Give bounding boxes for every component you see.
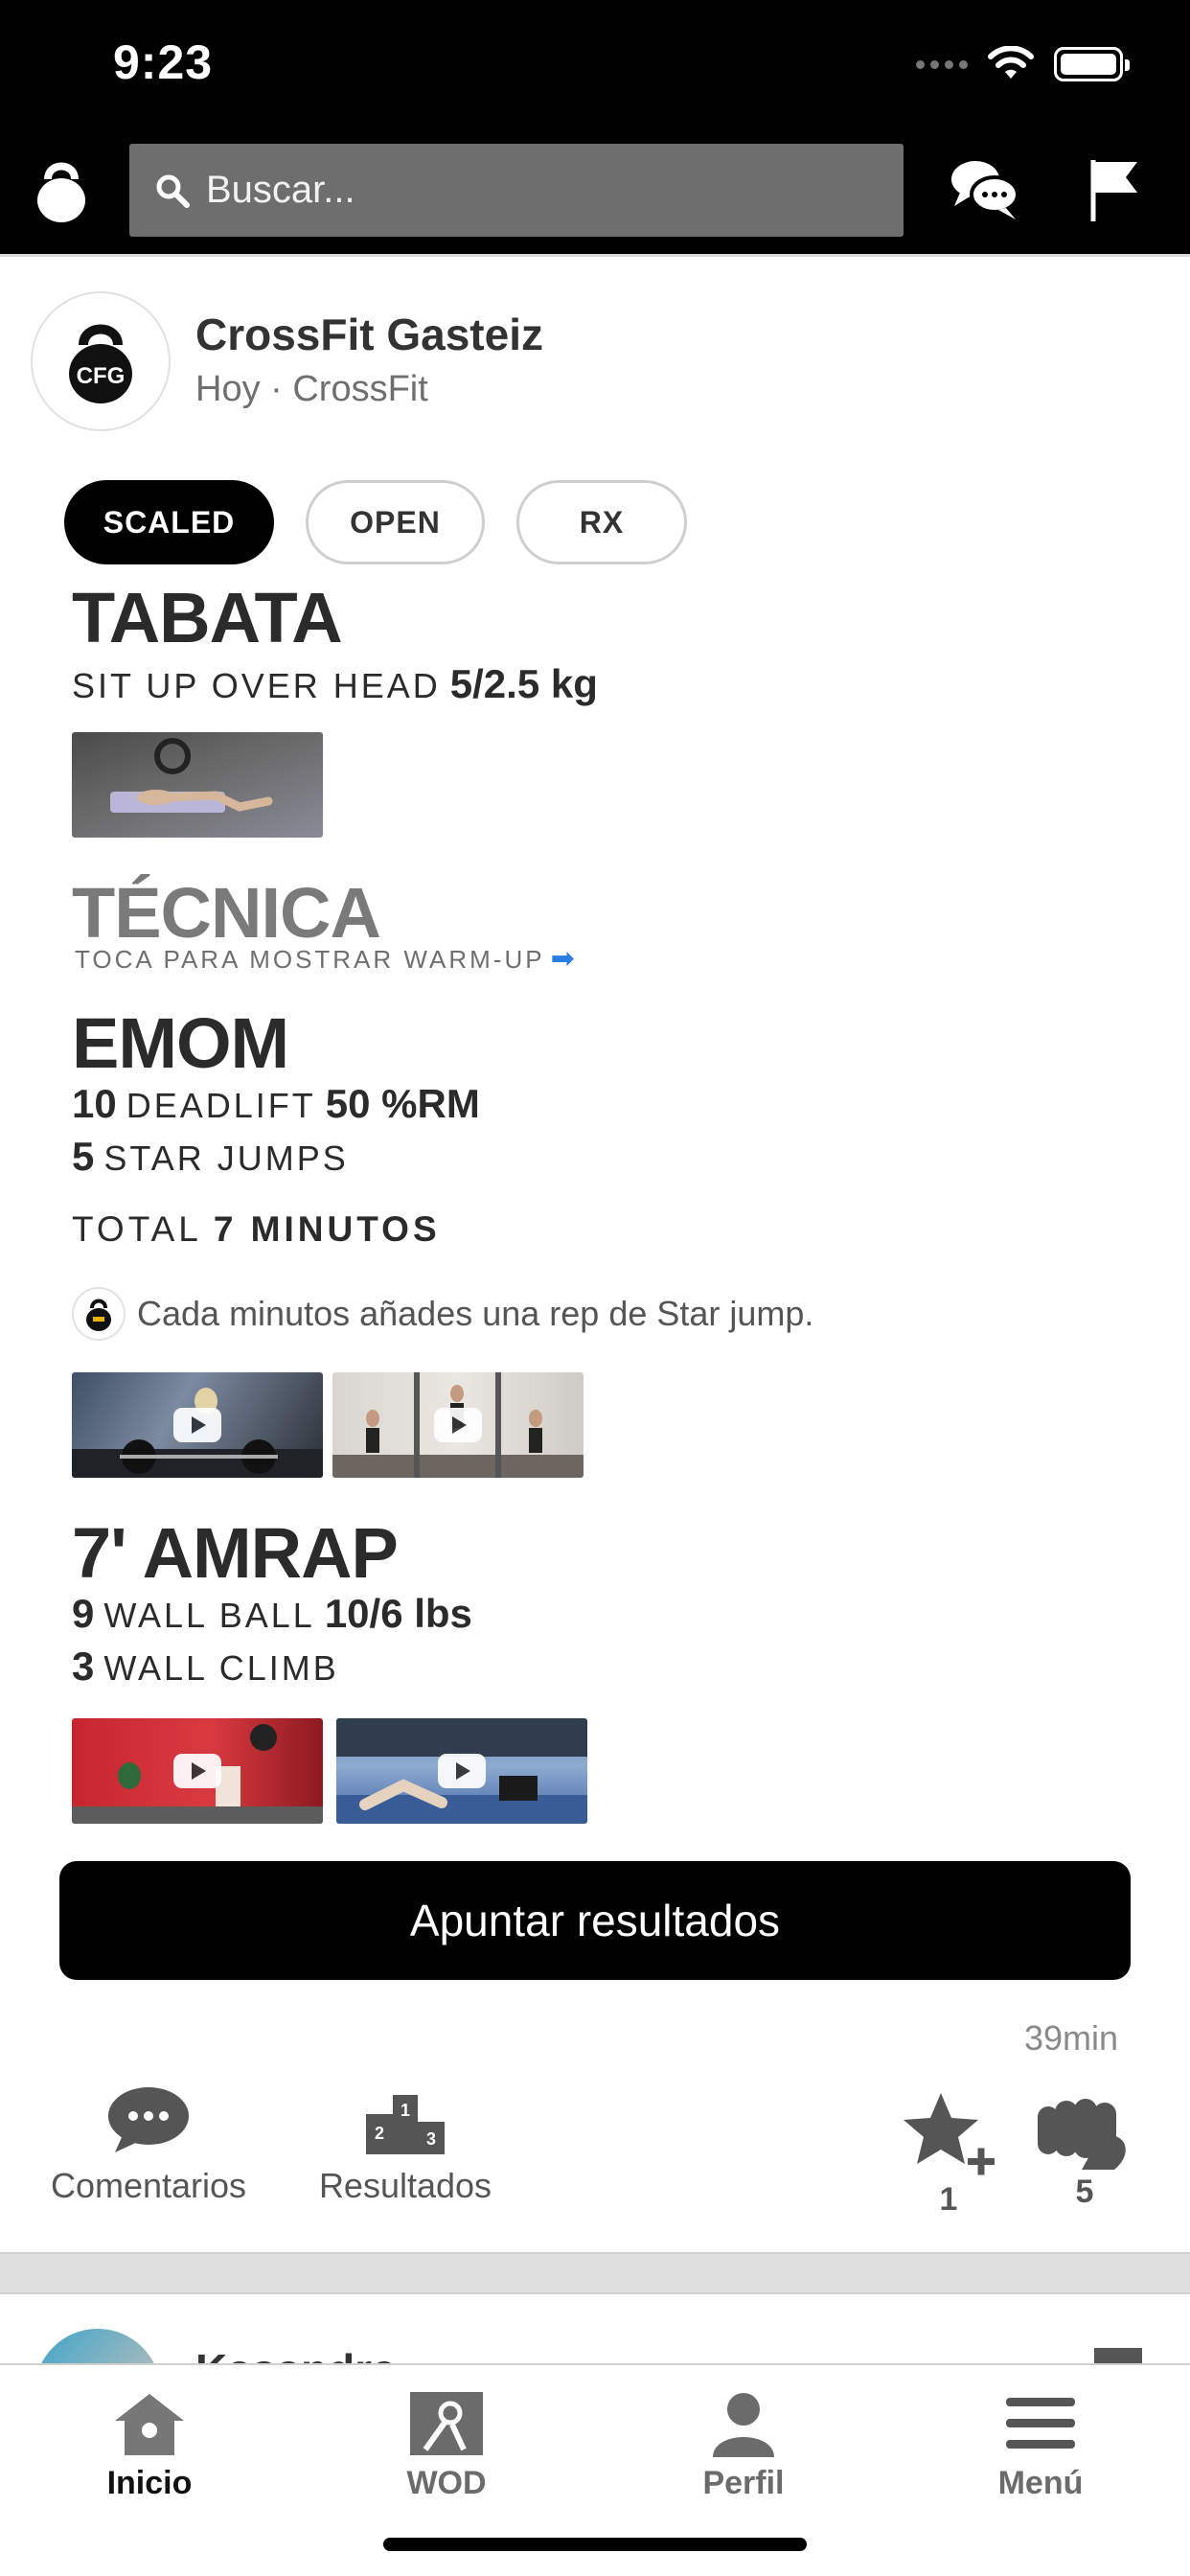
comments-label: Comentarios xyxy=(50,2166,247,2205)
movement-name: WALL BALL xyxy=(103,1596,315,1635)
feed-divider xyxy=(0,2252,1190,2294)
fist-bump-icon xyxy=(1038,2099,1126,2170)
status-icons xyxy=(916,46,1130,82)
post-meta: Hoy · CrossFit xyxy=(195,369,428,409)
home-icon xyxy=(115,2394,184,2455)
wod-board-icon xyxy=(410,2392,483,2455)
tab-label: Perfil xyxy=(702,2465,785,2501)
comments-button[interactable]: Comentarios xyxy=(42,2085,255,2206)
play-icon xyxy=(434,1408,482,1442)
flag-icon[interactable] xyxy=(1087,156,1141,223)
movement-load: 50 %RM xyxy=(325,1081,480,1126)
amrap-line-2: 3 WALL CLIMB xyxy=(72,1644,339,1690)
emom-line-2: 5 STAR JUMPS xyxy=(72,1134,349,1180)
movement-load: 10/6 lbs xyxy=(324,1591,472,1636)
level-pill-scaled[interactable]: SCALED xyxy=(64,480,274,564)
gym-logo-icon: CFG xyxy=(69,324,132,403)
home-indicator xyxy=(383,2538,807,2551)
status-time: 9:23 xyxy=(113,35,214,89)
status-bar: 9:23 xyxy=(0,0,1190,129)
tab-perfil[interactable]: Perfil xyxy=(648,2390,839,2502)
svg-text:3: 3 xyxy=(426,2129,436,2149)
total-time: TOTAL 7 MINUTOS xyxy=(72,1209,441,1250)
messages-icon[interactable] xyxy=(949,154,1021,223)
show-warmup-text: TOCA PARA MOSTRAR WARM-UP xyxy=(75,945,545,974)
kettlebell-icon xyxy=(86,1299,111,1331)
search-bar[interactable] xyxy=(129,144,904,237)
tab-label: WOD xyxy=(406,2465,487,2501)
wifi-icon xyxy=(988,46,1034,79)
level-pill-open[interactable]: OPEN xyxy=(306,480,485,564)
video-thumbnail-star-jumps[interactable] xyxy=(332,1372,584,1478)
post-time-ago: 39min xyxy=(1023,2018,1118,2058)
next-post-avatar[interactable] xyxy=(34,2329,161,2365)
movement-name: DEADLIFT xyxy=(126,1086,316,1125)
amrap-line-1: 9 WALL BALL 10/6 lbs xyxy=(72,1591,472,1637)
tabata-title: TABATA xyxy=(72,578,343,657)
reps: 3 xyxy=(72,1644,95,1689)
video-thumbnail-deadlift[interactable] xyxy=(72,1372,323,1478)
coach-note-text: Cada minutos añades una rep de Star jump… xyxy=(137,1294,814,1333)
play-icon xyxy=(173,1754,221,1788)
tabata-movement-line: SIT UP OVER HEAD 5/2.5 kg xyxy=(72,661,598,707)
total-value: 7 MINUTOS xyxy=(213,1209,441,1249)
total-label: TOTAL xyxy=(72,1209,202,1249)
profile-icon xyxy=(713,2393,774,2457)
search-input[interactable] xyxy=(206,169,877,212)
star-add-icon xyxy=(904,2093,995,2175)
fist-bump-count: 5 xyxy=(1075,2174,1094,2210)
movement-name: SIT UP OVER HEAD xyxy=(72,666,441,705)
svg-text:1: 1 xyxy=(400,2101,410,2120)
tab-inicio[interactable]: Inicio xyxy=(54,2390,245,2502)
reps: 9 xyxy=(72,1591,95,1636)
coach-note: Cada minutos añades una rep de Star jump… xyxy=(72,1287,813,1341)
video-thumbnail-wall-ball[interactable] xyxy=(72,1718,323,1824)
video-thumbnail-wall-climb[interactable] xyxy=(336,1718,587,1824)
next-post-author[interactable]: Kasandra xyxy=(195,2344,397,2365)
battery-icon xyxy=(1054,47,1130,81)
play-icon xyxy=(438,1754,486,1788)
comment-bubble-icon xyxy=(108,2087,189,2152)
log-results-button[interactable]: Apuntar resultados xyxy=(59,1861,1131,1980)
next-feed-post[interactable]: Kasandra xyxy=(0,2294,1190,2365)
level-selector: SCALED OPEN RX xyxy=(64,480,687,564)
sit-up-illustration xyxy=(110,738,273,813)
tab-label: Menú xyxy=(997,2465,1084,2501)
coach-avatar xyxy=(72,1287,126,1341)
movement-name: STAR JUMPS xyxy=(103,1138,349,1178)
cellular-signal-icon xyxy=(916,59,968,69)
emom-title: EMOM xyxy=(72,1003,289,1083)
amrap-title: 7' AMRAP xyxy=(72,1513,399,1593)
podium-icon: 1 2 3 xyxy=(366,2095,445,2154)
tab-menu[interactable]: Menú xyxy=(945,2390,1136,2502)
level-pill-rx[interactable]: RX xyxy=(516,480,687,564)
reps: 5 xyxy=(72,1134,95,1179)
fist-bump-button[interactable]: 5 xyxy=(1027,2093,1142,2211)
exercise-thumbnail[interactable] xyxy=(72,732,323,838)
gym-avatar[interactable]: CFG xyxy=(31,291,171,431)
tab-wod[interactable]: WOD xyxy=(351,2390,542,2502)
svg-text:2: 2 xyxy=(375,2124,384,2143)
reps: 10 xyxy=(72,1081,117,1126)
gym-logo-text: CFG xyxy=(77,363,126,389)
play-icon xyxy=(173,1408,221,1442)
results-label: Resultados xyxy=(318,2166,492,2205)
favorite-count: 1 xyxy=(939,2181,958,2218)
top-navigation-bar xyxy=(0,129,1190,257)
movement-name: WALL CLIMB xyxy=(103,1648,339,1688)
hamburger-menu-icon xyxy=(1006,2398,1075,2449)
tab-label: Inicio xyxy=(106,2465,193,2501)
show-warmup-link[interactable]: TOCA PARA MOSTRAR WARM-UP ➡ xyxy=(75,942,578,976)
movement-load: 5/2.5 kg xyxy=(449,661,598,706)
search-icon xyxy=(156,174,190,208)
emom-line-1: 10 DEADLIFT 50 %RM xyxy=(72,1081,480,1127)
gym-name[interactable]: CrossFit Gasteiz xyxy=(195,309,543,360)
results-button[interactable]: 1 2 3 Resultados xyxy=(307,2085,504,2206)
arrow-right-icon: ➡ xyxy=(550,943,578,975)
post-options-icon[interactable] xyxy=(1092,2344,1144,2365)
favorite-button[interactable]: 1 xyxy=(901,2089,996,2219)
kettlebell-logo-icon[interactable] xyxy=(34,156,88,223)
